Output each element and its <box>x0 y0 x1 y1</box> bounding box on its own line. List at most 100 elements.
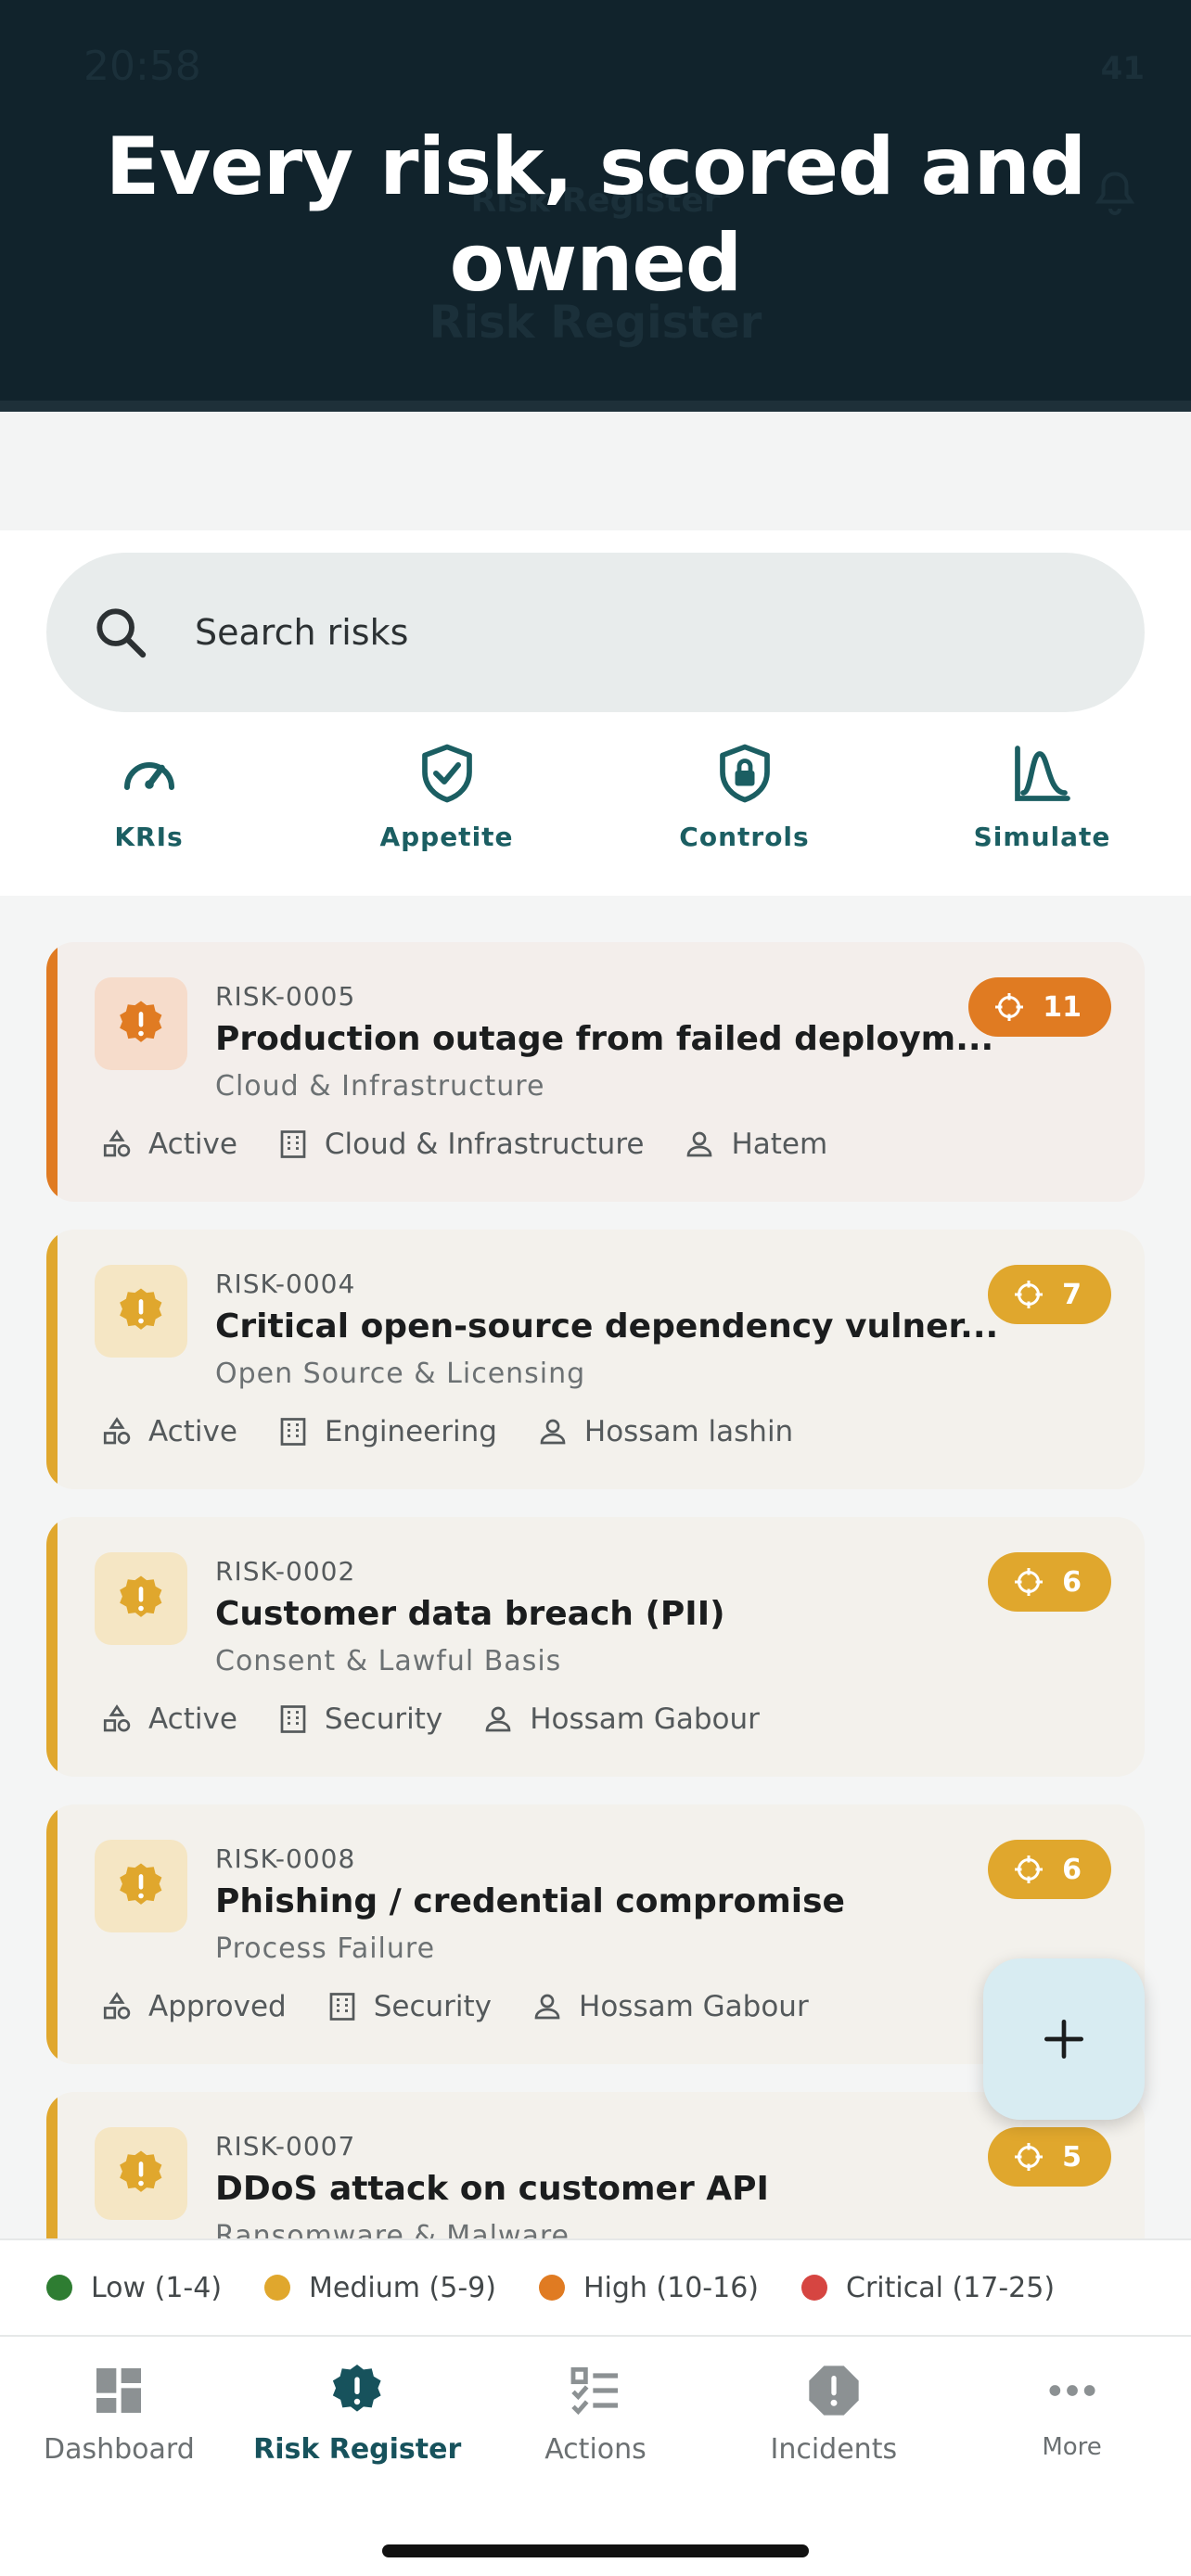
more-dots-icon <box>1049 2385 1095 2396</box>
risk-status-label: Active <box>148 1702 237 1736</box>
quick-action-controls[interactable]: Controls <box>596 740 893 870</box>
quick-actions: KRIs Appetite Controls Simulate <box>0 740 1191 870</box>
risk-id: RISK-0007 <box>215 2131 356 2162</box>
risk-department: Security <box>276 1702 442 1736</box>
risk-status: Active <box>100 1415 237 1448</box>
quick-action-appetite[interactable]: Appetite <box>298 740 596 870</box>
severity-bar <box>46 942 58 1202</box>
risk-card[interactable]: RISK-0002 Customer data breach (PII) Con… <box>46 1517 1145 1777</box>
risk-id: RISK-0004 <box>215 1269 356 1299</box>
risk-score: 6 <box>1062 1853 1082 1886</box>
risk-id: RISK-0008 <box>215 1843 356 1874</box>
risk-score: 6 <box>1062 1565 1082 1599</box>
risk-department: Security <box>326 1990 492 2023</box>
risk-category: Process Failure <box>215 1932 436 1965</box>
tab-actions[interactable]: Actions <box>477 2361 715 2476</box>
risk-meta: Approved Security Hossam Gabour <box>100 1990 848 2023</box>
add-risk-button[interactable] <box>983 1958 1145 2120</box>
risk-title: Phishing / credential compromise <box>215 1882 845 1920</box>
bottom-nav: Dashboard Risk Register Actions Incident… <box>0 2337 1191 2576</box>
alert-octagon-icon <box>809 2366 859 2416</box>
quick-action-label: Controls <box>679 822 810 852</box>
tab-label: More <box>1042 2433 1102 2461</box>
quick-action-label: Appetite <box>379 822 514 852</box>
risk-status-label: Approved <box>148 1990 287 2023</box>
risk-status: Approved <box>100 1990 287 2023</box>
legend-dot <box>801 2275 828 2301</box>
risk-score-badge: 6 <box>988 1552 1111 1612</box>
risk-meta: Active Cloud & Infrastructure Hatem <box>100 1128 866 1161</box>
gauge-icon <box>123 762 174 790</box>
risk-department-label: Security <box>373 1990 493 2023</box>
risk-owner-label: Hossam Gabour <box>530 1702 760 1736</box>
home-indicator[interactable] <box>382 2544 809 2557</box>
status-time: 20:58 <box>83 43 201 90</box>
risk-title: Production outage from failed deploym... <box>215 1020 994 1058</box>
risk-card[interactable]: RISK-0008 Phishing / credential compromi… <box>46 1804 1145 2064</box>
tab-label: Actions <box>544 2433 647 2466</box>
risk-score-badge: 5 <box>988 2127 1111 2187</box>
tab-label: Incidents <box>770 2433 898 2466</box>
severity-badge <box>95 1840 187 1932</box>
alert-badge-icon <box>120 2150 162 2192</box>
risk-title: Critical open-source dependency vulner..… <box>215 1307 999 1345</box>
distribution-icon <box>1014 746 1070 801</box>
risk-department-label: Cloud & Infrastructure <box>324 1128 645 1161</box>
risk-owner: Hossam Gabour <box>531 1990 809 2023</box>
risk-status: Active <box>100 1128 237 1161</box>
risk-card[interactable]: RISK-0007 DDoS attack on customer API Ra… <box>46 2092 1145 2238</box>
tab-more[interactable]: More <box>953 2361 1191 2476</box>
risk-department: Cloud & Infrastructure <box>276 1128 645 1161</box>
risk-score: 7 <box>1062 1278 1082 1311</box>
legend-item-low: Low (1-4) <box>46 2272 222 2304</box>
alert-badge-icon <box>120 1001 162 1042</box>
risk-id: RISK-0005 <box>215 981 356 1012</box>
search-placeholder: Search risks <box>195 612 409 653</box>
risk-owner-label: Hossam lashin <box>583 1415 794 1448</box>
crosshair-icon <box>1015 2143 1044 2171</box>
quick-action-label: Simulate <box>973 822 1111 852</box>
risk-title: Customer data breach (PII) <box>215 1595 725 1633</box>
risk-score: 5 <box>1062 2140 1082 2174</box>
risk-card[interactable]: RISK-0005 Production outage from failed … <box>46 942 1145 1202</box>
crosshair-icon <box>995 993 1024 1021</box>
legend-label: Critical (17-25) <box>846 2271 1056 2304</box>
tab-label: Dashboard <box>44 2433 195 2466</box>
alert-badge-icon <box>120 1288 162 1330</box>
legend-dot <box>46 2275 72 2301</box>
tab-risk-register[interactable]: Risk Register <box>238 2361 477 2476</box>
promo-headline: Every risk, scored and owned <box>105 121 1087 310</box>
quick-action-simulate[interactable]: Simulate <box>893 740 1191 870</box>
shield-lock-icon <box>719 744 770 803</box>
risk-score-badge: 11 <box>968 977 1111 1037</box>
building-icon <box>280 1705 306 1733</box>
legend-label: High (10-16) <box>583 2271 760 2304</box>
quick-action-kris[interactable]: KRIs <box>0 740 298 870</box>
risk-owner-label: Hatem <box>731 1128 828 1161</box>
risk-owner: Hossam lashin <box>536 1415 793 1448</box>
legend-label: Low (1-4) <box>91 2271 223 2304</box>
tab-incidents[interactable]: Incidents <box>714 2361 953 2476</box>
legend-item-critical: Critical (17-25) <box>801 2272 1055 2304</box>
severity-bar <box>46 2092 58 2238</box>
top-panel: Search risks KRIs Appetite Controls Simu… <box>0 530 1191 896</box>
risk-category: Cloud & Infrastructure <box>215 1070 545 1103</box>
search-input[interactable]: Search risks <box>46 553 1145 712</box>
quick-action-label: KRIs <box>114 822 184 852</box>
risk-owner: Hossam Gabour <box>481 1702 760 1736</box>
shapes-icon <box>103 1417 131 1445</box>
risk-department-label: Security <box>324 1702 443 1736</box>
crosshair-icon <box>1015 1281 1044 1308</box>
risk-status-label: Active <box>148 1415 237 1448</box>
person-icon <box>534 1994 560 2020</box>
legend-item-medium: Medium (5-9) <box>264 2272 496 2304</box>
risk-category: Consent & Lawful Basis <box>215 1645 562 1677</box>
person-icon <box>687 1131 712 1157</box>
alert-badge-icon <box>120 1863 162 1905</box>
building-icon <box>280 1418 306 1446</box>
legend-item-high: High (10-16) <box>538 2271 760 2304</box>
risk-status: Active <box>100 1702 237 1736</box>
risk-card[interactable]: RISK-0004 Critical open-source dependenc… <box>46 1230 1145 1489</box>
tab-dashboard[interactable]: Dashboard <box>0 2361 238 2476</box>
risk-meta: Active Security Hossam Gabour <box>100 1702 799 1736</box>
